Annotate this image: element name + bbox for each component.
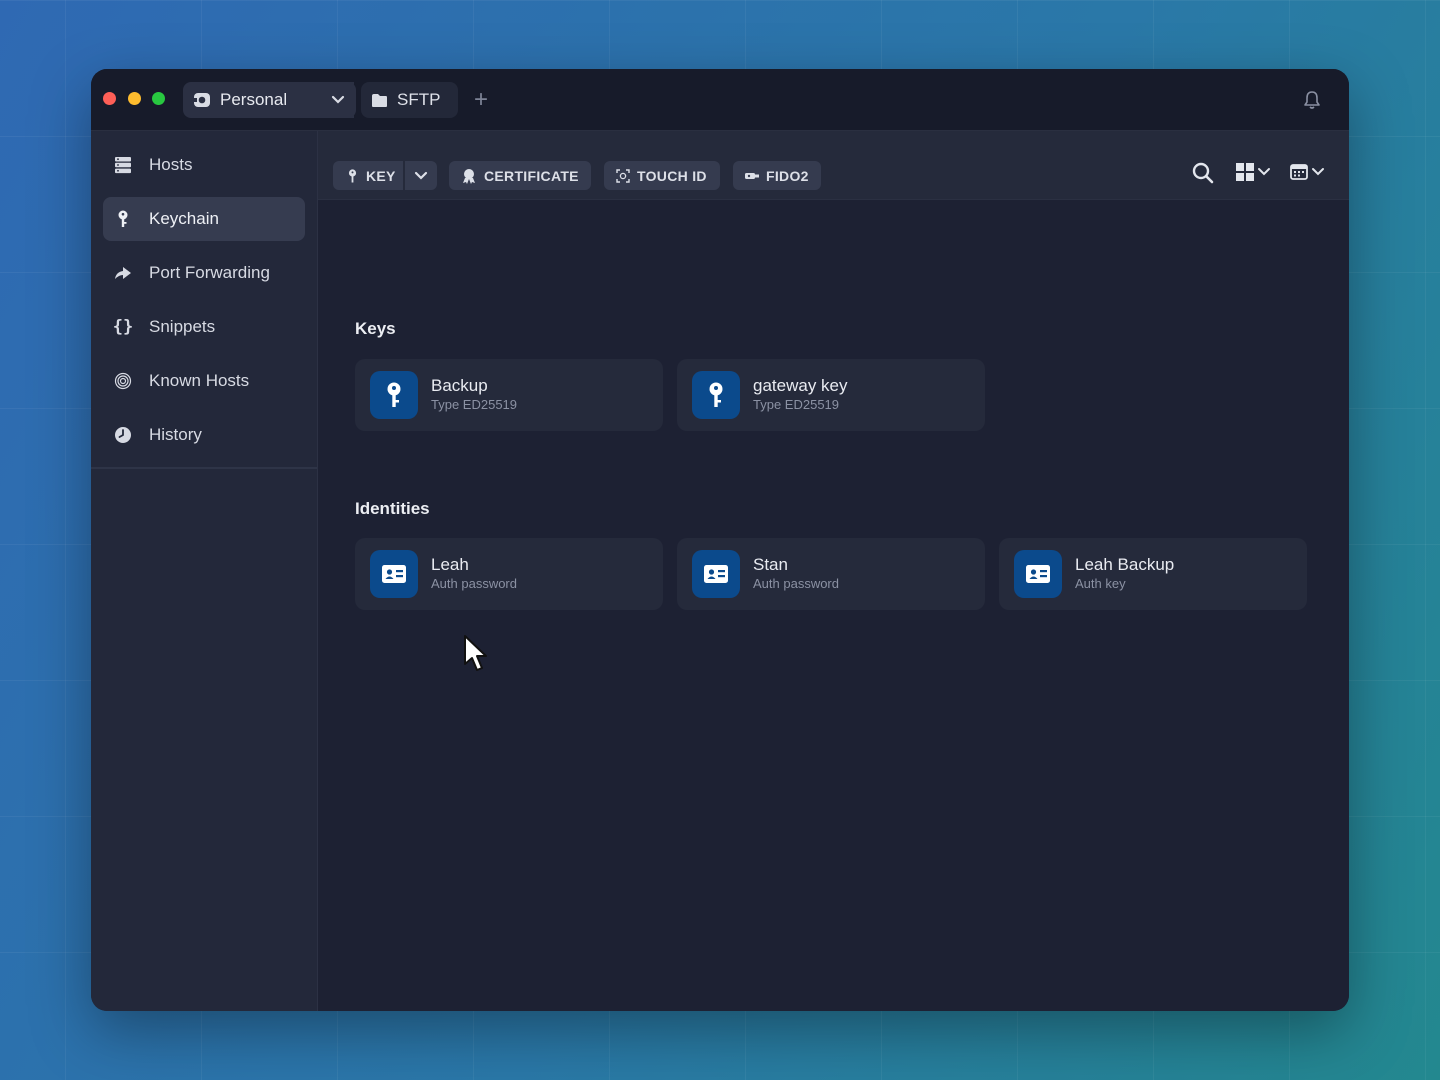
sidebar-item-history[interactable]: History xyxy=(103,413,305,457)
sidebar-item-known-hosts[interactable]: Known Hosts xyxy=(103,359,305,403)
fido2-button[interactable]: FIDO2 xyxy=(733,161,821,190)
certificate-button-label: CERTIFICATE xyxy=(484,167,579,184)
identity-name: Leah Backup xyxy=(1075,555,1175,574)
key-dropdown-button[interactable] xyxy=(405,161,437,190)
key-card[interactable]: Backup Type ED25519 xyxy=(355,359,663,431)
bell-icon[interactable] xyxy=(1302,90,1322,110)
key-icon xyxy=(113,209,133,229)
chevron-down-icon xyxy=(1258,168,1270,176)
identity-card[interactable]: Leah Auth password xyxy=(355,538,663,610)
security-key-icon xyxy=(745,169,759,183)
id-card-icon xyxy=(1014,550,1062,598)
port-forwarding-icon xyxy=(113,263,133,283)
maximize-window-button[interactable] xyxy=(152,92,165,105)
calendar-icon xyxy=(1290,164,1308,180)
identity-auth: Auth password xyxy=(753,576,839,591)
clock-icon xyxy=(113,425,133,445)
key-icon xyxy=(345,168,359,183)
sftp-tab-label: SFTP xyxy=(397,90,441,109)
mouse-cursor-icon xyxy=(464,635,487,671)
sidebar-item-label: Known Hosts xyxy=(149,371,250,390)
view-mode-button[interactable] xyxy=(1236,163,1271,181)
certificate-button[interactable]: CERTIFICATE xyxy=(449,161,591,190)
title-bar: Personal SFTP + xyxy=(91,69,1349,131)
app-window: Personal SFTP + Hosts Keychain Port Forw… xyxy=(91,69,1349,1011)
sidebar-item-label: Snippets xyxy=(149,317,216,336)
sidebar-item-snippets[interactable]: {} Snippets xyxy=(103,305,305,349)
search-button[interactable] xyxy=(1191,161,1215,185)
key-icon xyxy=(692,371,740,419)
key-type: Type ED25519 xyxy=(431,397,518,412)
sidebar-item-hosts[interactable]: Hosts xyxy=(103,143,305,187)
chevron-down-icon xyxy=(414,171,428,180)
sidebar-item-label: History xyxy=(149,425,202,444)
identity-auth: Auth password xyxy=(431,576,517,591)
keychain-toolbar: KEY CERTIFICATE TOUCH ID FIDO2 xyxy=(318,131,1349,200)
sidebar-item-label: Hosts xyxy=(149,155,193,174)
chevron-down-icon xyxy=(1312,168,1324,176)
vault-tab-label: Personal xyxy=(220,90,288,109)
grid-view-icon xyxy=(1236,163,1254,181)
certificate-icon xyxy=(461,168,477,184)
hosts-icon xyxy=(113,155,133,175)
close-window-button[interactable] xyxy=(103,92,116,105)
vault-dropdown-button[interactable] xyxy=(319,82,356,118)
key-name: gateway key xyxy=(753,376,848,395)
folder-icon xyxy=(372,93,387,107)
identity-name: Leah xyxy=(431,555,469,574)
identity-card[interactable]: Stan Auth password xyxy=(677,538,985,610)
fingerprint-icon xyxy=(113,371,133,391)
identities-section-title: Identities xyxy=(355,499,430,518)
sidebar: Hosts Keychain Port Forwarding {} Snippe… xyxy=(91,131,318,1011)
sidebar-item-label: Port Forwarding xyxy=(149,263,270,282)
key-card[interactable]: gateway key Type ED25519 xyxy=(677,359,985,431)
id-card-icon xyxy=(370,550,418,598)
minimize-window-button[interactable] xyxy=(128,92,141,105)
fido2-button-label: FIDO2 xyxy=(766,167,809,184)
sort-button[interactable] xyxy=(1290,164,1325,180)
key-name: Backup xyxy=(431,376,488,395)
face-scan-icon xyxy=(616,168,630,183)
identity-name: Stan xyxy=(753,555,788,574)
key-type: Type ED25519 xyxy=(753,397,840,412)
id-card-icon xyxy=(692,550,740,598)
braces-icon: {} xyxy=(112,317,134,337)
vault-icon xyxy=(194,93,210,107)
identity-auth: Auth key xyxy=(1075,576,1126,591)
keys-section-title: Keys xyxy=(355,319,396,338)
key-icon xyxy=(370,371,418,419)
sidebar-item-label: Keychain xyxy=(149,209,219,228)
key-button-label: KEY xyxy=(366,167,396,184)
sidebar-item-port-forwarding[interactable]: Port Forwarding xyxy=(103,251,305,295)
sidebar-divider xyxy=(91,467,317,469)
sidebar-item-keychain[interactable]: Keychain xyxy=(103,197,305,241)
keychain-content: Keys Backup Type ED25519 gateway key Typ… xyxy=(318,200,1349,1011)
search-icon xyxy=(1192,162,1214,184)
identity-card[interactable]: Leah Backup Auth key xyxy=(999,538,1307,610)
new-key-button[interactable]: KEY xyxy=(333,161,403,190)
new-tab-button[interactable]: + xyxy=(474,87,488,113)
touch-id-button-label: TOUCH ID xyxy=(637,167,707,184)
chevron-down-icon xyxy=(331,95,344,104)
touch-id-button[interactable]: TOUCH ID xyxy=(604,161,720,190)
sftp-tab[interactable]: SFTP xyxy=(361,82,458,118)
